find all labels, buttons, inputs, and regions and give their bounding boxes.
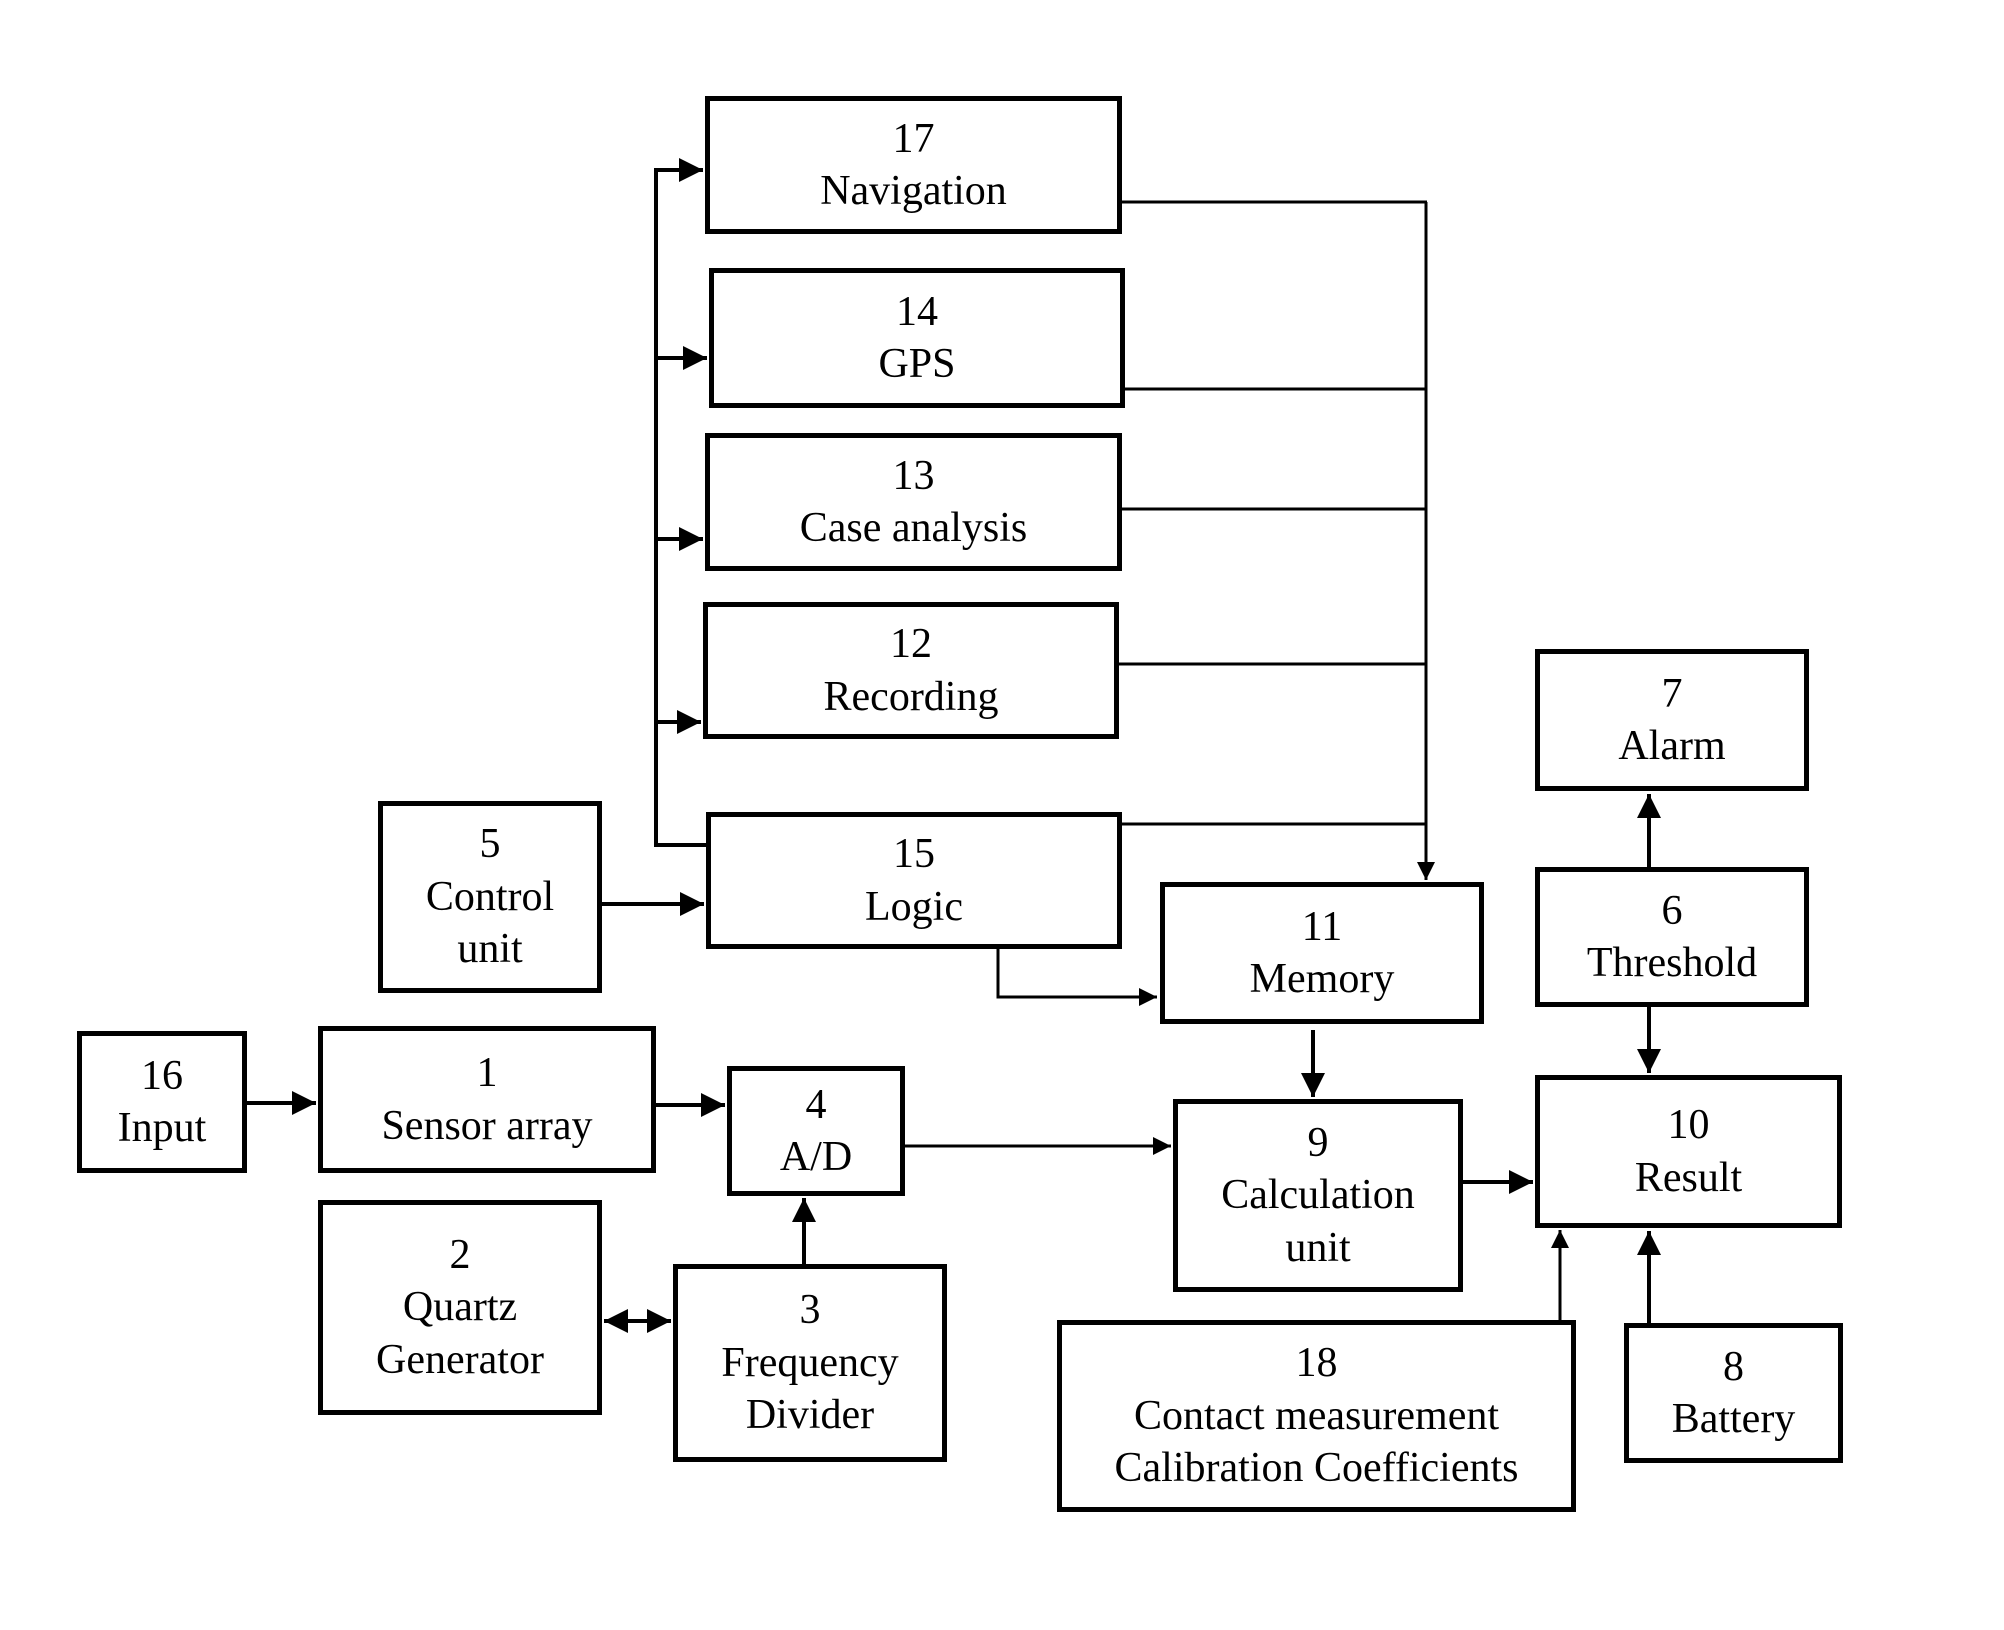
block-label: Sensor array xyxy=(381,1102,593,1149)
block-number: 2 xyxy=(449,1231,471,1278)
block-label: Quartz xyxy=(402,1284,518,1331)
block-label: Alarm xyxy=(1618,723,1726,769)
block-number: 16 xyxy=(141,1052,183,1099)
block-input: 16 Input xyxy=(77,1031,247,1173)
block-label-line2: Divider xyxy=(745,1392,875,1439)
block-alarm: 7 Alarm xyxy=(1535,649,1809,791)
block-number: 12 xyxy=(890,621,932,667)
block-number: 7 xyxy=(1661,670,1683,717)
connector-logic-to-memory xyxy=(996,949,1157,1006)
block-number: 11 xyxy=(1301,903,1343,950)
block-frequency-divider: 3 Frequency Divider xyxy=(673,1264,947,1462)
block-number: 10 xyxy=(1667,1102,1710,1148)
block-label-line2: unit xyxy=(1285,1224,1351,1271)
block-gps: 14 GPS xyxy=(709,268,1125,408)
block-calculation-unit: 9 Calculation unit xyxy=(1173,1099,1463,1292)
block-result: 10 Result xyxy=(1535,1075,1842,1228)
block-number: 17 xyxy=(892,115,935,162)
block-label: Calculation xyxy=(1221,1172,1415,1219)
block-label: Navigation xyxy=(820,168,1007,214)
block-diagram: 17 Navigation 14 GPS 13 Case analysis 12… xyxy=(0,0,2004,1630)
block-number: 4 xyxy=(805,1081,827,1128)
block-label: Result xyxy=(1634,1154,1743,1201)
block-label: Recording xyxy=(823,673,999,720)
block-label: GPS xyxy=(878,341,956,387)
block-label-line2: Generator xyxy=(376,1336,544,1383)
block-case-analysis: 13 Case analysis xyxy=(705,433,1122,571)
block-control-unit: 5 Control unit xyxy=(378,801,602,993)
block-number: 14 xyxy=(896,288,938,335)
block-label: Frequency xyxy=(721,1339,899,1386)
block-number: 9 xyxy=(1307,1119,1329,1166)
block-battery: 8 Battery xyxy=(1624,1323,1843,1463)
block-label: Threshold xyxy=(1586,940,1758,986)
block-sensor-array: 1 Sensor array xyxy=(318,1026,656,1173)
block-logic: 15 Logic xyxy=(706,812,1122,949)
block-threshold: 6 Threshold xyxy=(1535,867,1809,1007)
block-number: 5 xyxy=(479,821,501,868)
block-memory: 11 Memory xyxy=(1160,882,1484,1024)
block-contact-measurement: 18 Contact measurement Calibration Coeff… xyxy=(1057,1320,1576,1512)
block-ad-converter: 4 A/D xyxy=(727,1066,905,1196)
block-label-line2: unit xyxy=(457,926,523,973)
block-recording: 12 Recording xyxy=(703,602,1119,739)
block-number: 6 xyxy=(1661,887,1683,934)
block-number: 18 xyxy=(1295,1340,1338,1387)
block-label: Memory xyxy=(1249,956,1395,1002)
block-number: 3 xyxy=(799,1287,821,1334)
block-number: 1 xyxy=(476,1050,498,1096)
block-navigation: 17 Navigation xyxy=(705,96,1122,234)
block-label: Contact measurement xyxy=(1133,1392,1500,1439)
block-number: 8 xyxy=(1723,1343,1744,1390)
block-number: 15 xyxy=(893,831,935,877)
connector-logic-bus xyxy=(654,158,706,847)
block-quartz-generator: 2 Quartz Generator xyxy=(318,1200,602,1415)
block-label-line2: Calibration Coefficients xyxy=(1114,1445,1519,1492)
block-number: 13 xyxy=(892,452,935,499)
block-label: A/D xyxy=(779,1134,853,1180)
block-label: Case analysis xyxy=(799,505,1028,551)
block-label: Input xyxy=(117,1105,207,1151)
block-label: Control xyxy=(425,873,555,920)
block-label: Battery xyxy=(1671,1396,1796,1442)
block-label: Logic xyxy=(865,883,963,930)
